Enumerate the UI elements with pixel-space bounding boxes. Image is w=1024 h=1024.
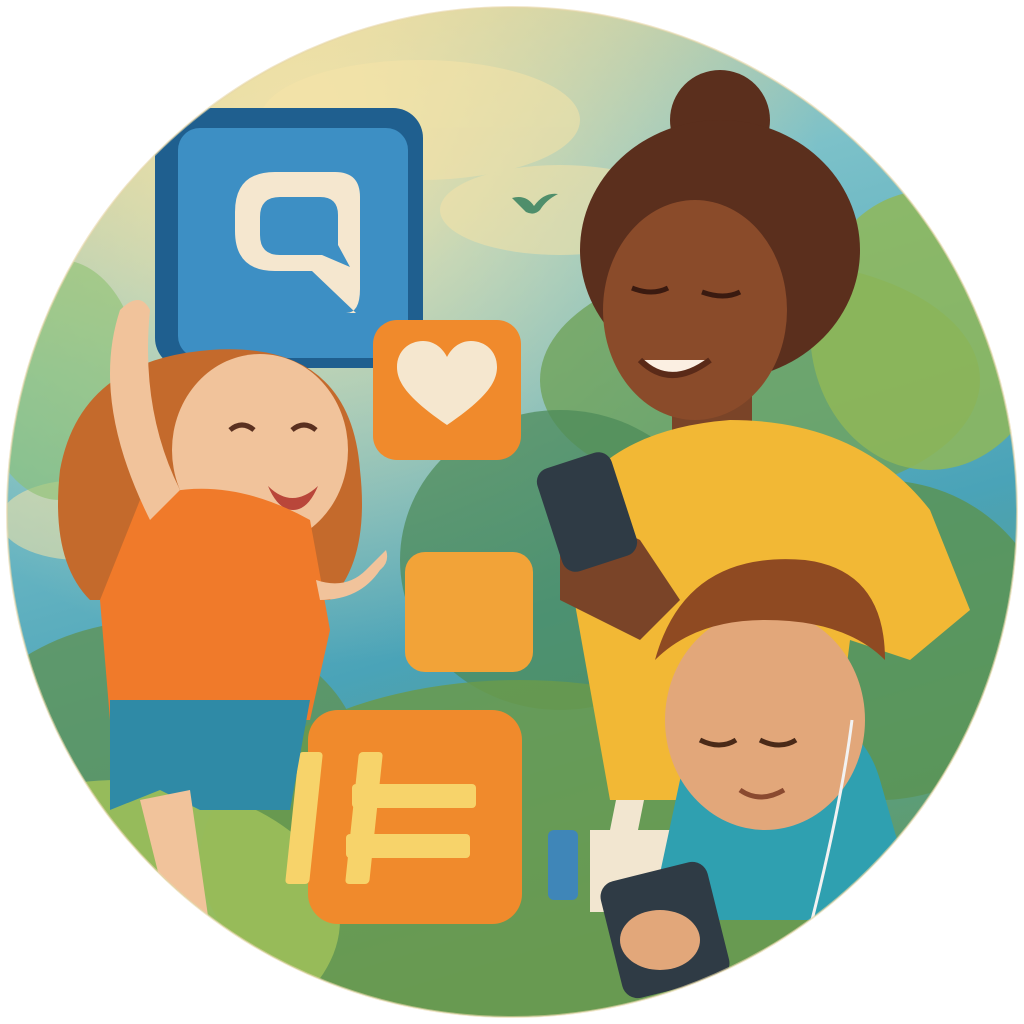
heart-tile [373,320,521,460]
illustration-stage [0,0,1024,1024]
social-media-kids-illustration [6,6,1018,1018]
hashtag-tile [285,710,522,924]
blank-tile-icon [405,552,533,672]
circle-scene [7,7,1017,1017]
